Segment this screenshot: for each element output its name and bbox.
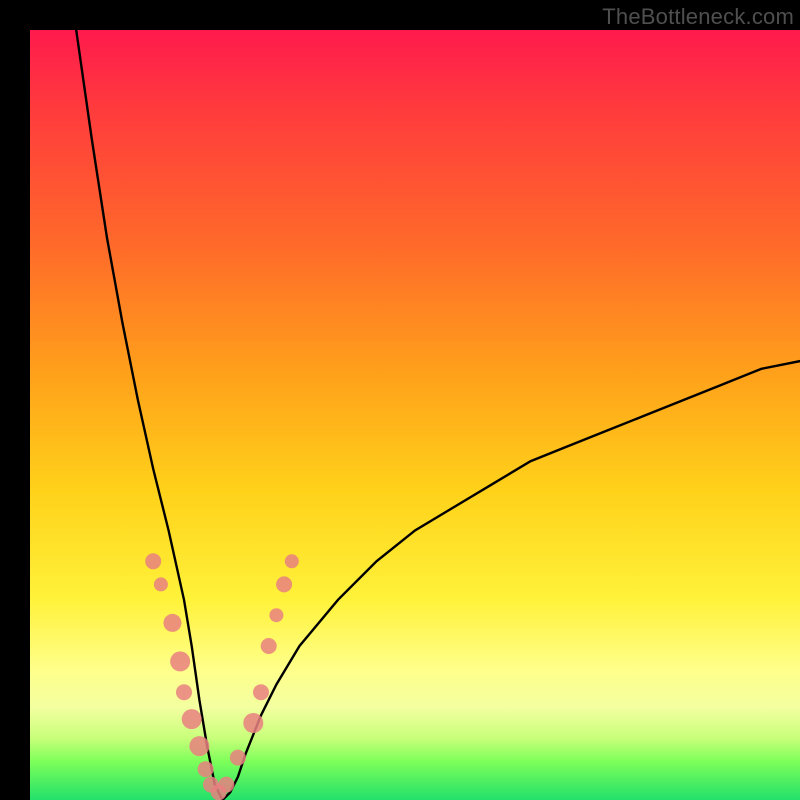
marker-dot (269, 608, 283, 622)
marker-dot (189, 736, 209, 756)
chart-svg (30, 30, 800, 800)
marker-dot (243, 713, 263, 733)
marker-dot (285, 554, 299, 568)
marker-dot (230, 750, 246, 766)
highlight-dots (145, 553, 299, 800)
marker-dot (176, 684, 192, 700)
plot-area (30, 30, 800, 800)
marker-dot (170, 651, 190, 671)
watermark-label: TheBottleneck.com (602, 4, 794, 30)
marker-dot (145, 553, 161, 569)
marker-dot (163, 614, 181, 632)
marker-dot (261, 638, 277, 654)
marker-dot (253, 684, 269, 700)
marker-dot (198, 761, 214, 777)
marker-dot (154, 577, 168, 591)
marker-dot (276, 576, 292, 592)
marker-dot (182, 709, 202, 729)
chart-frame: TheBottleneck.com (0, 0, 800, 800)
marker-dot (218, 777, 234, 793)
